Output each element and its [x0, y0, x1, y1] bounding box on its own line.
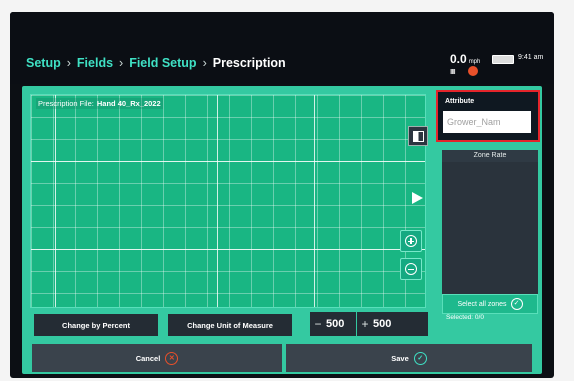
change-unit-button[interactable]: Change Unit of Measure	[168, 314, 292, 336]
zone-list[interactable]	[442, 162, 538, 294]
save-button[interactable]: Save ✓	[286, 344, 532, 372]
attribute-label: Attribute	[445, 98, 475, 105]
prescription-file-label: Prescription File:	[38, 99, 94, 108]
prescription-file-info: Prescription File: Hand 40_Rx_2022	[36, 98, 163, 109]
close-icon: ✕	[165, 351, 179, 365]
top-bar: Setup › Fields › Field Setup › Prescription 0.…	[10, 12, 554, 84]
increase-value[interactable]: 500	[373, 318, 403, 330]
map-grid-line	[31, 161, 425, 162]
chevron-right-icon: ›	[66, 56, 71, 70]
speed-value: 0.0	[450, 52, 467, 66]
change-by-percent-button[interactable]: Change by Percent	[34, 314, 158, 336]
attribute-box: Attribute	[436, 90, 540, 142]
map-tiles-button[interactable]	[408, 126, 428, 146]
cancel-label: Cancel	[135, 353, 161, 363]
prescription-file-name: Hand 40_Rx_2022	[96, 99, 161, 108]
selected-count: Selected: 0/0	[446, 314, 484, 321]
zone-rate-header: Zone Rate	[442, 150, 538, 162]
warning-icon[interactable]	[468, 66, 478, 76]
check-icon: ✓	[510, 298, 523, 310]
display-screen: Setup › Fields › Field Setup › Prescription 0.…	[10, 12, 554, 378]
map-grid-line	[314, 95, 315, 307]
chevron-right-icon: ›	[119, 56, 124, 70]
clock: 9:41 am	[518, 54, 544, 61]
speed-readout: 0.0 mph	[450, 52, 480, 66]
prescription-map[interactable]	[30, 94, 426, 308]
breadcrumb-field-setup[interactable]: Field Setup	[129, 56, 196, 70]
cancel-button[interactable]: Cancel ✕	[32, 344, 282, 372]
select-all-zones-button[interactable]: Select all zones ✓	[442, 294, 538, 314]
save-label: Save	[391, 353, 409, 363]
breadcrumb-setup[interactable]: Setup	[26, 56, 61, 70]
map-grid-line	[55, 95, 56, 307]
increase-icon[interactable]: +	[357, 317, 373, 331]
side-column: Attribute Zone Rate Select all zones ✓	[436, 90, 540, 320]
tiles-icon	[412, 130, 424, 142]
select-all-zones-label: Select all zones	[457, 300, 507, 308]
map-grid-line	[31, 249, 425, 250]
map-grid-line	[217, 95, 218, 307]
decrease-value[interactable]: 500	[326, 318, 356, 330]
prescription-panel: Prescription File: Hand 40_Rx_2022 Attrib…	[22, 86, 542, 374]
speed-unit: mph	[468, 59, 481, 65]
signal-bars-icon: IIIII	[450, 69, 456, 76]
zoom-in-button[interactable]	[400, 230, 422, 252]
zoom-out-button[interactable]	[400, 258, 422, 280]
decrease-icon[interactable]: −	[310, 317, 326, 331]
arrow-icon	[412, 192, 423, 204]
breadcrumb-current: Prescription	[212, 56, 286, 70]
battery-icon	[492, 55, 514, 64]
breadcrumb-fields[interactable]: Fields	[77, 56, 113, 70]
check-icon: ✓	[413, 351, 427, 365]
rate-stepper: − 500 + 500	[310, 312, 428, 336]
breadcrumb: Setup › Fields › Field Setup › Prescription	[26, 56, 286, 70]
chevron-right-icon: ›	[202, 56, 207, 70]
attribute-input[interactable]	[443, 111, 531, 133]
